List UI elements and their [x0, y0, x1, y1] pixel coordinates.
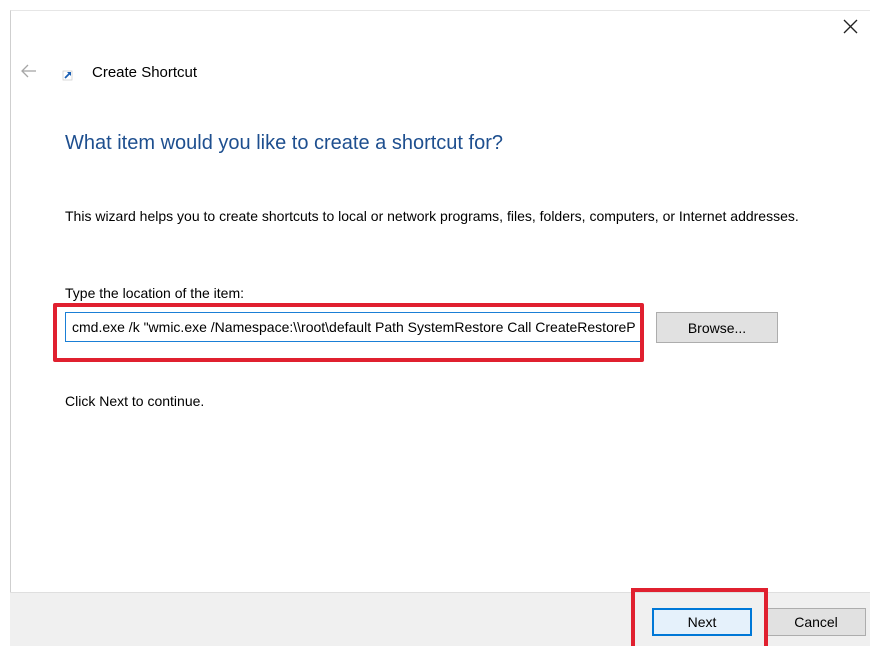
location-label: Type the location of the item: — [65, 285, 244, 301]
back-arrow-icon — [21, 64, 36, 78]
window-title: Create Shortcut — [92, 64, 198, 81]
wizard-description: This wizard helps you to create shortcut… — [65, 208, 799, 224]
shortcut-arrow-icon — [60, 65, 76, 81]
cancel-button[interactable]: Cancel — [766, 608, 866, 636]
back-button[interactable] — [18, 60, 40, 82]
close-icon — [843, 19, 858, 34]
next-button[interactable]: Next — [652, 608, 752, 636]
continue-text: Click Next to continue. — [65, 393, 205, 409]
browse-button[interactable]: Browse... — [656, 312, 778, 343]
location-input[interactable] — [65, 312, 643, 342]
page-heading: What item would you like to create a sho… — [65, 132, 503, 154]
close-button[interactable] — [836, 14, 866, 40]
